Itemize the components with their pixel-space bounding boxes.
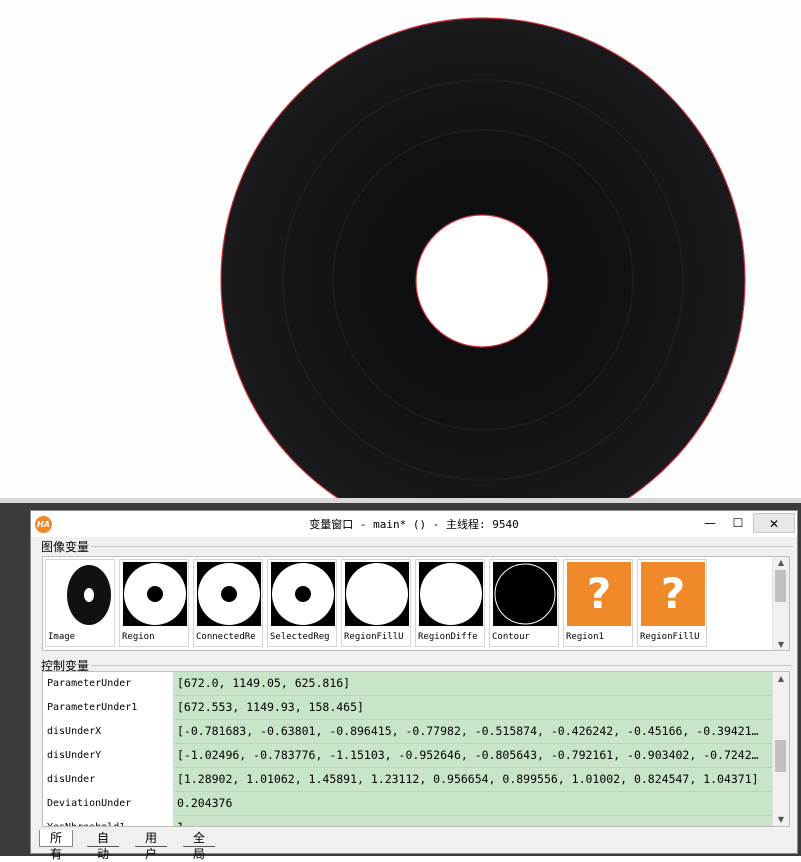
iconic-variable-label: RegionFillU	[344, 632, 404, 642]
control-variable-row[interactable]: YesNhreshold11	[43, 816, 773, 826]
variable-value: [-0.781683, -0.63801, -0.896415, -0.7798…	[173, 720, 773, 744]
close-button[interactable]: ✕	[753, 513, 795, 533]
iconic-variable-region[interactable]: Region	[119, 559, 189, 647]
variable-name: disUnder	[43, 768, 173, 792]
variable-name: DeviationUnder	[43, 792, 173, 816]
unknown-object-icon: ?	[641, 562, 705, 626]
thumbnail-image	[345, 562, 409, 626]
control-variable-row[interactable]: ParameterUnder [672.0, 1149.05, 625.816]	[43, 672, 773, 696]
scrollbar-thumb[interactable]	[775, 740, 786, 772]
iconic-group-divider	[91, 546, 793, 547]
scroll-down-icon[interactable]: ▼	[773, 640, 789, 649]
graphics-window[interactable]	[0, 0, 801, 503]
tab-1[interactable]: 自动	[87, 830, 120, 861]
variable-value: [-1.02496, -0.783776, -1.15103, -0.95264…	[173, 744, 773, 768]
variable-name: ParameterUnder1	[43, 696, 173, 720]
control-variables-table[interactable]: ParameterUnder [672.0, 1149.05, 625.816] P…	[42, 671, 790, 827]
iconic-variable-region1[interactable]: ? Region1	[563, 559, 633, 647]
iconic-variable-label: SelectedReg	[270, 632, 330, 642]
variable-name: YesNhreshold1	[43, 816, 173, 826]
variable-value: [672.0, 1149.05, 625.816]	[173, 672, 773, 696]
thumbnail-image	[493, 562, 557, 626]
tab-0[interactable]: 所有	[39, 830, 74, 861]
variable-value: 0.204376	[173, 792, 773, 816]
scroll-up-icon[interactable]: ▲	[773, 558, 789, 567]
maximize-button[interactable]: ☐	[723, 513, 753, 533]
thumbnail-image	[419, 562, 483, 626]
variable-value: [1.28902, 1.01062, 1.45891, 1.23112, 0.9…	[173, 768, 773, 792]
thumbnail-image	[271, 562, 335, 626]
control-variable-row[interactable]: disUnderY [-1.02496, -0.783776, -1.15103,…	[43, 744, 773, 768]
inner-hole-contour	[415, 214, 549, 348]
variable-name: ParameterUnder	[43, 672, 173, 696]
iconic-variable-label: RegionDiffe	[418, 632, 478, 642]
graphics-canvas	[0, 17, 801, 503]
iconic-variable-regiondiffe[interactable]: RegionDiffe	[415, 559, 485, 647]
iconic-variable-label: ConnectedRe	[196, 632, 256, 642]
variable-name: disUnderX	[43, 720, 173, 744]
iconic-variable-image[interactable]: Image	[45, 559, 115, 647]
control-variable-row[interactable]: DeviationUnder 0.204376	[43, 792, 773, 816]
iconic-variables-panel[interactable]: Image Region ConnectedRe SelectedReg RegionF…	[42, 556, 790, 651]
control-group-divider	[91, 665, 793, 666]
scroll-down-icon[interactable]: ▼	[773, 815, 789, 824]
iconic-scrollbar[interactable]: ▲ ▼	[772, 557, 789, 650]
variable-name: disUnderY	[43, 744, 173, 768]
iconic-variable-label: RegionFillU	[640, 632, 700, 642]
iconic-variables-label: 图像变量	[41, 538, 92, 555]
iconic-variable-label: Image	[48, 632, 76, 642]
control-scrollbar[interactable]: ▲ ▼	[772, 672, 789, 826]
unknown-object-icon: ?	[567, 562, 631, 626]
iconic-variable-contour[interactable]: Contour	[489, 559, 559, 647]
variable-value: [672.553, 1149.93, 158.465]	[173, 696, 773, 720]
thumbnail-image	[197, 562, 261, 626]
scrollbar-thumb[interactable]	[775, 570, 786, 602]
variable-value: 1	[173, 816, 773, 826]
tab-3[interactable]: 全局	[183, 830, 216, 861]
iconic-variable-connectedre[interactable]: ConnectedRe	[193, 559, 263, 647]
iconic-variable-regionfillu[interactable]: RegionFillU	[341, 559, 411, 647]
thumbnail-image	[123, 562, 187, 626]
variable-window[interactable]: HA 变量窗口 - main* () - 主线程: 9540 — ☐ ✕ 图像变…	[30, 510, 798, 861]
scroll-up-icon[interactable]: ▲	[773, 674, 789, 683]
control-variable-row[interactable]: disUnderX [-0.781683, -0.63801, -0.896415…	[43, 720, 773, 744]
iconic-variable-label: Contour	[492, 632, 530, 642]
iconic-variable-label: Region	[122, 632, 155, 642]
iconic-variable-selectedreg[interactable]: SelectedReg	[267, 559, 337, 647]
iconic-variable-label: Region1	[566, 632, 604, 642]
thumbnail-image	[49, 562, 113, 626]
iconic-variable-regionfillu[interactable]: ? RegionFillU	[637, 559, 707, 647]
tab-2[interactable]: 用户	[135, 830, 168, 861]
control-variable-row[interactable]: disUnder [1.28902, 1.01062, 1.45891, 1.23…	[43, 768, 773, 792]
control-variable-row[interactable]: ParameterUnder1 [672.553, 1149.93, 158.46…	[43, 696, 773, 720]
title-bar[interactable]: HA 变量窗口 - main* () - 主线程: 9540 — ☐ ✕	[31, 511, 797, 537]
window-title: 变量窗口 - main* () - 主线程: 9540	[309, 518, 519, 531]
minimize-button[interactable]: —	[695, 513, 725, 533]
